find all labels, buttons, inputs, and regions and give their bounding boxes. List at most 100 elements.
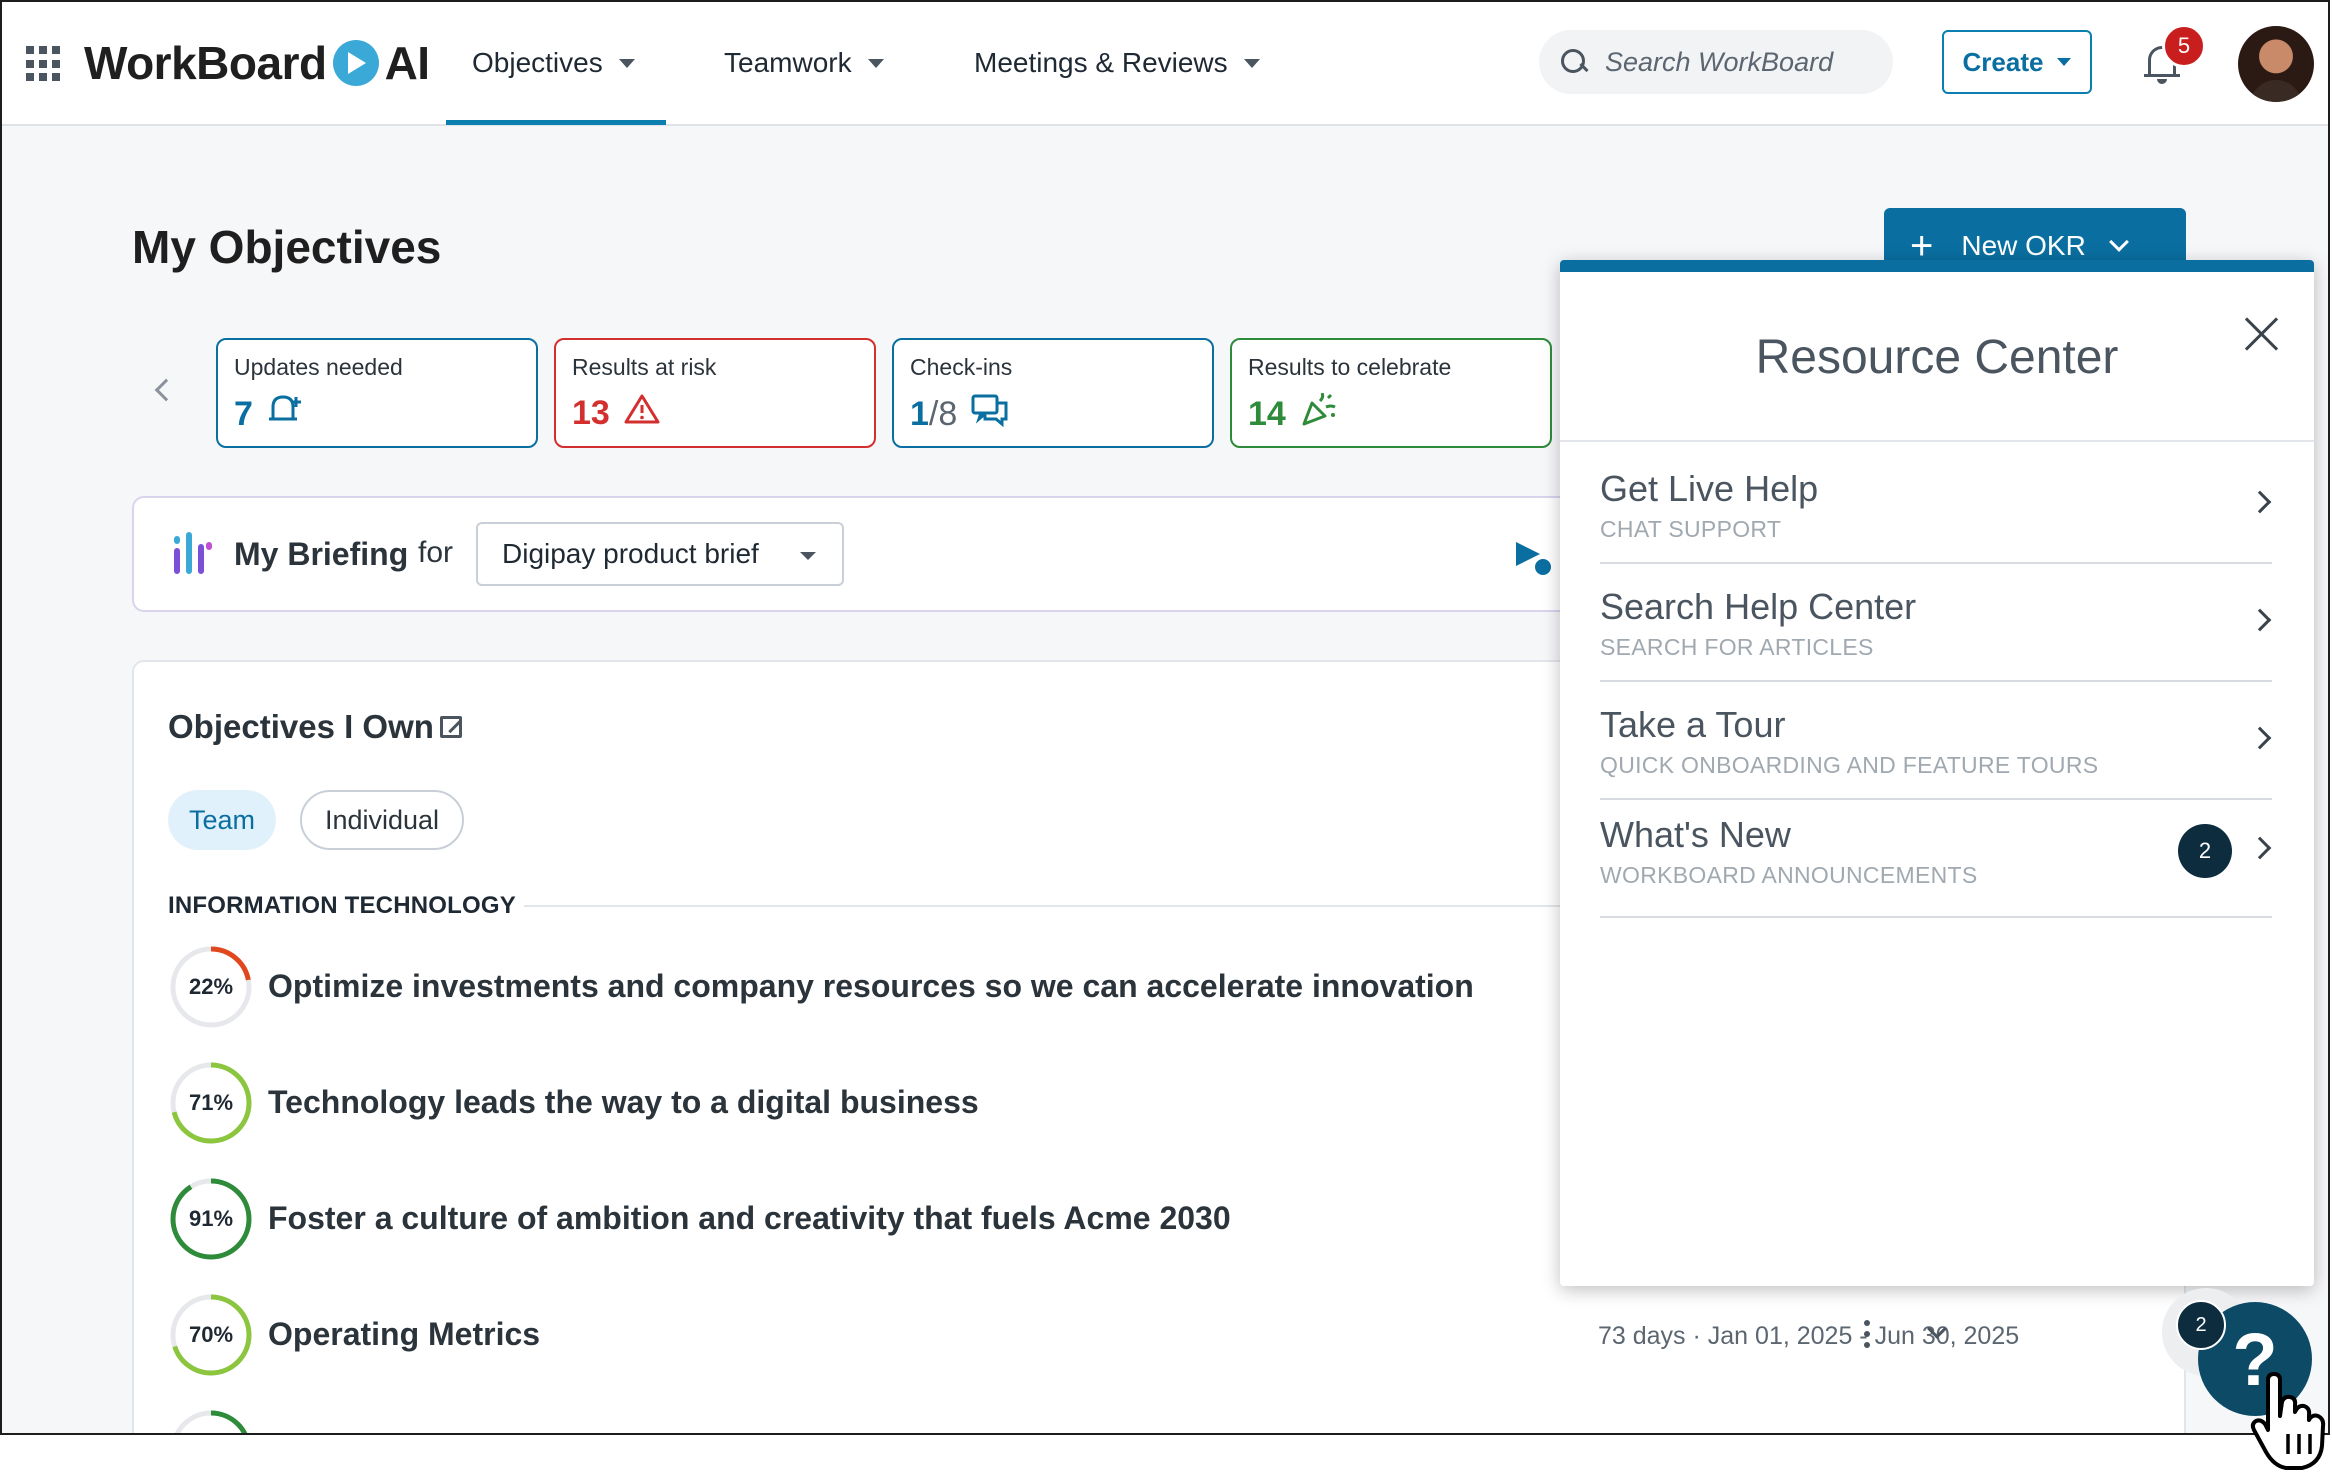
rc-item-get-live-help[interactable]: Get Live Help CHAT SUPPORT — [1600, 446, 2272, 564]
progress-percent: 70% — [188, 1322, 234, 1347]
nav-teamwork[interactable]: Teamwork — [724, 40, 884, 86]
nav-objectives-label: Objectives — [472, 47, 603, 78]
briefing-select[interactable]: Digipay product brief — [476, 522, 844, 586]
warning-icon — [624, 393, 660, 433]
new-okr-label: New OKR — [1961, 230, 2086, 261]
chevron-down-icon[interactable] — [2108, 232, 2129, 252]
objective-name[interactable]: Foster a culture of ambition and creativ… — [268, 1200, 1231, 1237]
separator: · — [1685, 1322, 1708, 1350]
rc-item-title: What's New — [1600, 814, 1791, 855]
rc-item-title: Take a Tour — [1600, 704, 1786, 745]
search-input[interactable] — [1605, 46, 1875, 78]
stat-label: Results at risk — [572, 354, 717, 380]
progress-ring — [170, 1410, 252, 1433]
stat-card-results-to-celebrate[interactable]: Results to celebrate 14 — [1230, 338, 1552, 448]
brand-name: WorkBoard — [84, 37, 327, 89]
brand-play-icon — [332, 40, 379, 86]
stat-card-check-ins[interactable]: Check-ins 1 /8 — [892, 338, 1214, 448]
stat-value: 7 — [234, 394, 253, 433]
briefing-logo-icon — [172, 532, 212, 578]
chevron-right-icon — [2248, 608, 2272, 632]
progress-percent: 71% — [188, 1090, 234, 1115]
stat-value: 1 — [910, 394, 929, 433]
objective-name[interactable]: Technology leads the way to a digital bu… — [268, 1084, 979, 1121]
notifications-count-badge: 5 — [2162, 24, 2206, 68]
stat-value-row: 14 — [1248, 392, 1534, 435]
stat-card-results-at-risk[interactable]: Results at risk 13 — [554, 338, 876, 448]
page-title: My Objectives — [132, 221, 442, 273]
rc-item-subtitle: QUICK ONBOARDING AND FEATURE TOURS — [1600, 752, 2099, 778]
progress-percent: 91% — [188, 1206, 234, 1231]
help-count-badge: 2 — [2176, 1300, 2226, 1350]
rc-item-title: Search Help Center — [1600, 586, 1917, 627]
nav-objectives[interactable]: Objectives — [472, 40, 635, 86]
nav-meetings-label: Meetings & Reviews — [974, 47, 1228, 78]
chevron-down-icon — [2057, 58, 2072, 66]
search-box[interactable] — [1539, 30, 1893, 94]
objective-meta: 73 days · Jan 01, 2025 - Jun 30, 2025 — [1598, 1322, 2019, 1351]
stat-value-total: /8 — [928, 394, 958, 433]
group-label: INFORMATION TECHNOLOGY — [168, 892, 516, 919]
stat-label: Check-ins — [910, 354, 1013, 380]
objectives-section-title[interactable]: Objectives I Own — [168, 708, 462, 746]
chat-icon — [971, 393, 1009, 435]
stat-label: Updates needed — [234, 354, 403, 380]
briefing-selected-value: Digipay product brief — [502, 538, 759, 569]
progress-percent: 22% — [188, 974, 234, 999]
search-icon — [1559, 47, 1589, 77]
rc-item-whats-new[interactable]: What's New WORKBOARD ANNOUNCEMENTS 2 — [1600, 800, 2272, 918]
chevron-right-icon — [2248, 836, 2272, 860]
app-launcher-icon[interactable] — [26, 46, 62, 82]
my-briefing-bar: My Briefing for Digipay product brief — [132, 496, 1692, 612]
rc-item-search-help-center[interactable]: Search Help Center SEARCH FOR ARTICLES — [1600, 564, 2272, 682]
chevron-right-icon — [2248, 726, 2272, 750]
hand-pointer-cursor-icon — [2250, 1372, 2326, 1470]
nav-teamwork-label: Teamwork — [724, 47, 852, 78]
whats-new-count-badge: 2 — [2178, 824, 2232, 878]
rc-item-subtitle: SEARCH FOR ARTICLES — [1600, 634, 1874, 660]
resource-center-title: Resource Center — [1755, 331, 2119, 384]
stat-card-updates-needed[interactable]: Updates needed 7 — [216, 338, 538, 448]
bell-plus-icon — [267, 393, 303, 435]
top-navigation-bar: WorkBoard AI Objectives Teamwork Meeting… — [2, 2, 2328, 126]
filter-individual[interactable]: Individual — [300, 790, 464, 850]
stat-value-row: 1 /8 — [910, 393, 1196, 435]
app-window: WorkBoard AI Objectives Teamwork Meeting… — [0, 0, 2330, 1435]
stat-value-row: 7 — [234, 393, 520, 435]
nav-meetings-reviews[interactable]: Meetings & Reviews — [974, 40, 1260, 86]
resource-center-panel: Resource Center Get Live Help CHAT SUPPO… — [1560, 260, 2314, 1286]
more-options-icon[interactable] — [1864, 1320, 1872, 1350]
carousel-prev-icon[interactable] — [154, 378, 178, 402]
active-nav-indicator — [446, 120, 666, 125]
close-icon[interactable] — [2244, 316, 2280, 352]
chevron-right-icon — [2248, 490, 2272, 514]
rc-item-subtitle: WORKBOARD ANNOUNCEMENTS — [1600, 862, 1978, 888]
chevron-down-icon — [1243, 58, 1260, 68]
stat-value: 13 — [572, 393, 610, 432]
create-button-label: Create — [1962, 46, 2044, 77]
briefing-for-label: for — [418, 536, 454, 569]
external-link-icon[interactable] — [439, 716, 462, 738]
chevron-down-icon — [618, 58, 635, 68]
schedule-send-icon[interactable] — [1514, 540, 1554, 578]
objective-name[interactable]: Operating Metrics — [268, 1316, 540, 1353]
objective-name[interactable]: Optimize investments and company resourc… — [268, 968, 1474, 1005]
rc-item-title: Get Live Help — [1600, 468, 1819, 509]
objective-row[interactable]: 70% Operating Metrics 73 days · Jan 01, 20… — [168, 1292, 2168, 1382]
briefing-title: My Briefing — [234, 536, 409, 572]
rc-item-take-a-tour[interactable]: Take a Tour QUICK ONBOARDING AND FEATURE… — [1600, 682, 2272, 800]
divider — [1560, 440, 2314, 442]
chevron-down-icon — [800, 552, 816, 560]
workboard-logo[interactable]: WorkBoard AI — [84, 28, 430, 98]
objectives-title-text: Objectives I Own — [168, 708, 434, 745]
rc-item-subtitle: CHAT SUPPORT — [1600, 516, 1782, 542]
stat-value-row: 13 — [572, 393, 858, 433]
brand-suffix: AI — [384, 37, 431, 89]
stat-label: Results to celebrate — [1248, 354, 1452, 380]
create-button[interactable]: Create — [1942, 30, 2092, 94]
user-avatar[interactable] — [2238, 26, 2314, 102]
days-remaining: 73 days — [1598, 1322, 1686, 1350]
chevron-down-icon — [867, 58, 884, 68]
stat-value: 14 — [1248, 394, 1286, 433]
filter-team[interactable]: Team — [168, 790, 276, 850]
